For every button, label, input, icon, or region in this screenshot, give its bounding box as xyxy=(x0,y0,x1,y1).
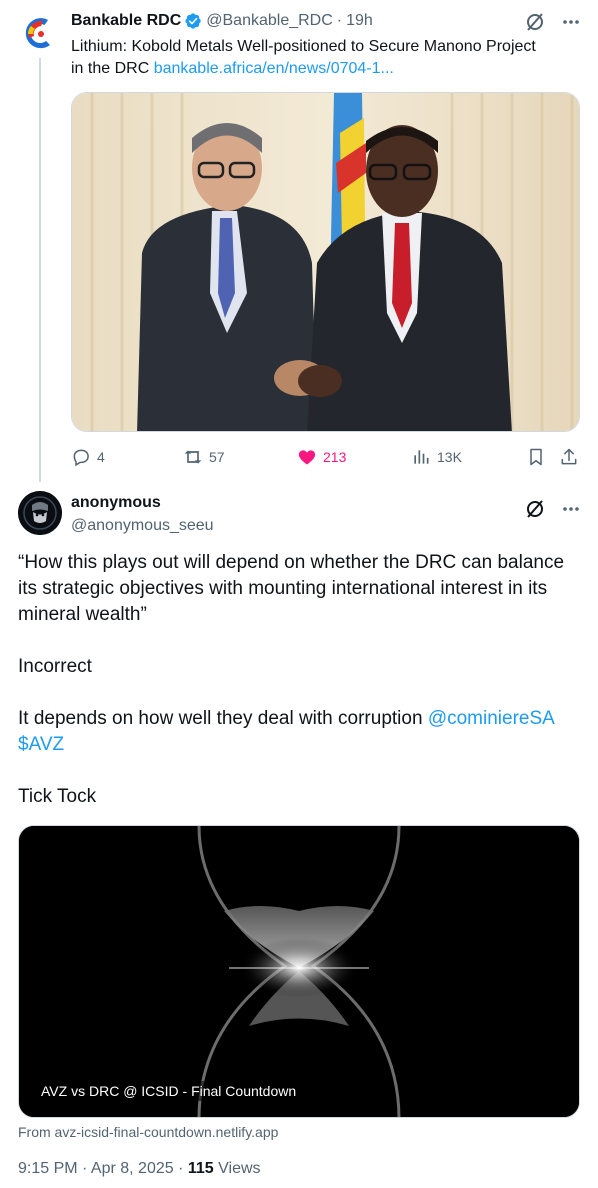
tweet-1-actions: 4 57 213 13K xyxy=(71,445,580,469)
corruption-text: It depends on how well they deal with co… xyxy=(18,708,428,729)
bookmark-icon xyxy=(530,448,542,466)
quote-paragraph: “How this plays out will depend on wheth… xyxy=(18,552,565,625)
more-options-icon[interactable] xyxy=(561,12,581,32)
post-timestamp[interactable]: 9:15 PM · Apr 8, 2025 · xyxy=(18,1160,188,1177)
retweet-count: 57 xyxy=(209,449,225,465)
mention-link[interactable]: @cominiereSA xyxy=(428,708,555,729)
more-options-icon[interactable] xyxy=(561,499,581,519)
like-count: 213 xyxy=(323,449,347,465)
separator-dot: · xyxy=(336,12,343,29)
tick-tock-paragraph: Tick Tock xyxy=(18,786,97,807)
views-count: 13K xyxy=(437,449,462,465)
share-button[interactable] xyxy=(559,447,579,467)
anonymous-avatar[interactable] xyxy=(18,491,62,535)
views-chart-icon xyxy=(414,450,429,464)
post-time[interactable]: 19h xyxy=(346,12,373,30)
bankable-rdc-avatar[interactable] xyxy=(19,12,61,54)
views-label: Views xyxy=(213,1160,261,1177)
display-name[interactable]: Bankable RDC xyxy=(71,12,181,30)
tweet-2-meta: 9:15 PM · Apr 8, 2025 · 115 Views xyxy=(18,1160,261,1178)
incorrect-paragraph: Incorrect xyxy=(18,656,92,677)
views-number: 115 xyxy=(187,1160,214,1177)
handle[interactable]: @Bankable_RDC xyxy=(206,12,333,30)
hourglass-image-icon xyxy=(19,826,579,1117)
cashtag-link[interactable]: $AVZ xyxy=(18,734,64,755)
verified-badge-icon xyxy=(185,13,201,29)
like-button[interactable]: 213 xyxy=(297,447,346,467)
tweet-1-photo[interactable] xyxy=(71,92,580,432)
tweet-1-header: Bankable RDC @Bankable_RDC · 19h xyxy=(71,10,581,32)
tweet-1-body: Bankable RDC @Bankable_RDC · 19h Lithium… xyxy=(71,10,581,80)
retweet-icon xyxy=(184,450,202,464)
tweet-2-header-actions xyxy=(525,499,581,519)
grok-icon[interactable] xyxy=(525,499,545,519)
tweet-2-header: anonymous @anonymous_seeu xyxy=(71,493,581,537)
tweet-1-header-actions xyxy=(525,12,581,32)
tweet-1-text: Lithium: Kobold Metals Well-positioned t… xyxy=(71,36,551,80)
share-icon xyxy=(561,448,577,465)
retweet-button[interactable]: 57 xyxy=(183,447,225,467)
tweet-2-text: “How this plays out will depend on wheth… xyxy=(18,550,580,836)
bankable-logo-icon xyxy=(19,12,61,54)
handle[interactable]: @anonymous_seeu xyxy=(71,515,581,537)
card-title-label: AVZ vs DRC @ ICSID - Final Countdown xyxy=(31,1081,307,1101)
card-source-link[interactable]: From avz-icsid-final-countdown.netlify.a… xyxy=(18,1124,278,1140)
article-link[interactable]: bankable.africa/en/news/0704-1... xyxy=(154,60,394,77)
reply-icon xyxy=(73,449,89,467)
display-name[interactable]: anonymous xyxy=(71,493,581,513)
anonymous-mask-icon xyxy=(18,491,62,535)
heart-filled-icon xyxy=(298,450,316,465)
corruption-paragraph: It depends on how well they deal with co… xyxy=(18,706,580,758)
grok-icon[interactable] xyxy=(525,12,545,32)
handshake-photo-icon xyxy=(72,93,579,431)
bookmark-button[interactable] xyxy=(526,447,546,467)
thread-connector-line xyxy=(39,58,41,482)
link-card[interactable]: AVZ vs DRC @ ICSID - Final Countdown xyxy=(18,825,580,1118)
views-button[interactable]: 13K xyxy=(411,447,462,467)
reply-count: 4 xyxy=(97,449,105,465)
reply-button[interactable]: 4 xyxy=(71,447,105,467)
